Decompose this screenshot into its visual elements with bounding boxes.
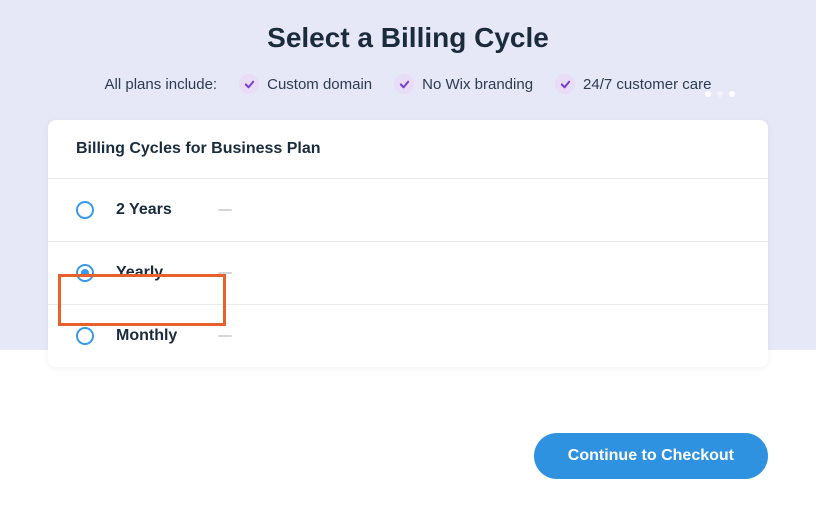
background-lower <box>0 350 816 505</box>
price-placeholder <box>218 335 232 337</box>
feature-customer-care: 24/7 customer care <box>555 74 711 94</box>
feature-label: 24/7 customer care <box>583 76 711 93</box>
check-icon <box>394 74 414 94</box>
price-placeholder <box>218 209 232 211</box>
billing-card: Billing Cycles for Business Plan 2 Years… <box>48 120 768 367</box>
continue-checkout-button[interactable]: Continue to Checkout <box>534 433 768 479</box>
radio-icon[interactable] <box>76 327 94 345</box>
features-label: All plans include: <box>105 76 218 93</box>
feature-no-branding: No Wix branding <box>394 74 533 94</box>
feature-label: No Wix branding <box>422 76 533 93</box>
card-title: Billing Cycles for Business Plan <box>48 120 768 179</box>
radio-icon[interactable] <box>76 201 94 219</box>
option-label: Monthly <box>116 327 206 345</box>
feature-custom-domain: Custom domain <box>239 74 372 94</box>
price-placeholder <box>218 272 232 274</box>
radio-icon[interactable] <box>76 264 94 282</box>
page-title: Select a Billing Cycle <box>0 0 816 54</box>
features-row: All plans include: Custom domain No Wix … <box>0 74 816 94</box>
option-label: Yearly <box>116 264 206 282</box>
check-icon <box>239 74 259 94</box>
billing-option-yearly[interactable]: Yearly <box>48 242 768 305</box>
option-label: 2 Years <box>116 201 206 219</box>
billing-option-2years[interactable]: 2 Years <box>48 179 768 242</box>
billing-option-monthly[interactable]: Monthly <box>48 305 768 367</box>
check-icon <box>555 74 575 94</box>
decorative-dots <box>702 84 738 102</box>
feature-label: Custom domain <box>267 76 372 93</box>
